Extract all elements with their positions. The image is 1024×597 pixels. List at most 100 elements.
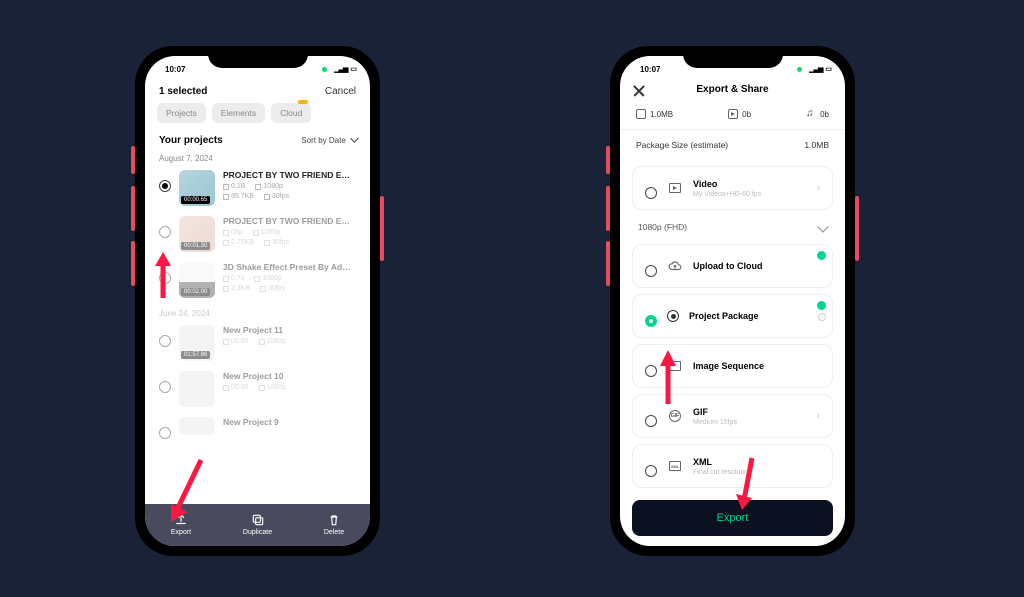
duration-badge: 01:57.86 [181,351,210,359]
meta-res: 1080p [267,338,286,345]
xml-icon: XML [667,458,683,474]
project-thumbnail: 00:02.00 [179,262,215,298]
status-bar: 10:07 ▁▃▅ ▭ [145,56,370,78]
option-sub: Medium 15fps [693,419,806,426]
project-row[interactable]: 01:57.86 New Project 11 00:00 1080p [145,320,370,366]
chevron-down-icon [817,221,828,232]
sort-button[interactable]: Sort by Date [301,136,356,145]
option-upload-cloud[interactable]: Upload to Cloud [632,244,833,288]
project-title: New Project 10 [223,371,356,381]
tab-projects[interactable]: Projects [157,103,206,123]
chevron-right-icon: › [816,182,820,194]
export-label: Export [171,529,191,536]
package-size-row: Package Size (estimate) 1.0MB [620,136,845,160]
phone-left: 10:07 ▁▃▅ ▭ 1 selected Cancel Projects E… [135,46,380,556]
meta-file: 2.75KB [231,239,254,246]
duration-badge: 00:00.65 [181,196,210,204]
stat-video: 0b [728,109,751,119]
project-row[interactable]: New Project 9 [145,412,370,444]
side-button [606,241,610,286]
battery-icon: ▭ [350,65,356,73]
package-label: Package Size (estimate) [636,140,728,150]
option-project-package[interactable]: Project Package i [632,294,833,338]
export-action[interactable]: Export [171,513,191,536]
radio-selected[interactable] [159,180,171,192]
stat-value: 0b [820,110,829,119]
selected-count: 1 selected [159,86,207,97]
radio[interactable] [159,381,171,393]
faded-projects: 00:01.30 PROJECT BY TWO FRIEND EDITO... … [145,211,370,444]
radio[interactable] [645,415,657,427]
radio[interactable] [159,427,171,439]
export-icon [174,513,188,527]
meta-fps: 30fps [272,239,289,246]
export-button[interactable]: Export [632,500,833,536]
project-title: New Project 11 [223,325,356,335]
side-button [606,186,610,231]
side-button [131,146,135,174]
video-icon [728,109,738,119]
meta-fps: 30fps [272,193,289,200]
radio[interactable] [159,272,171,284]
music-icon: ♫ [806,109,816,119]
project-thumbnail: 00:01.30 [179,216,215,252]
project-thumbnail: 00:00.65 [179,170,215,206]
meta-size: 08p [231,229,243,236]
radio[interactable] [645,187,657,199]
option-label: Upload to Cloud [693,261,820,271]
tab-cloud[interactable]: Cloud [271,103,311,123]
radio[interactable] [645,465,657,477]
tab-elements[interactable]: Elements [212,103,265,123]
meta-res: 1080p [261,229,280,236]
meta-res: 1080p [267,384,286,391]
cancel-button[interactable]: Cancel [325,86,356,97]
option-video[interactable]: Video My Videos+HD-60 fps › [632,166,833,210]
image-icon [636,109,646,119]
radio[interactable] [645,365,657,377]
stat-audio: ♫ 0b [806,109,829,119]
meta-res: 1080p [262,275,281,282]
meta-size: 00:00 [231,384,249,391]
screen-left: 10:07 ▁▃▅ ▭ 1 selected Cancel Projects E… [145,56,370,546]
status-time: 10:07 [634,65,660,74]
chevron-down-icon [350,134,358,142]
status-icons: ▁▃▅ ▭ [793,65,831,73]
project-row[interactable]: 00:02.00 3D Shake Effect Preset By Adm..… [145,257,370,303]
recording-dot-icon [322,67,327,72]
meta-size: 00:00 [231,338,249,345]
radio-selected[interactable] [645,315,657,327]
sort-label: Sort by Date [301,136,345,145]
new-badge [817,251,826,260]
project-thumbnail [179,371,215,407]
radio[interactable] [159,335,171,347]
duplicate-action[interactable]: Duplicate [243,513,272,536]
radio[interactable] [159,226,171,238]
option-xml[interactable]: XML XML Final cut resolution [632,444,833,488]
radio[interactable] [645,265,657,277]
project-row[interactable]: 00:00.65 PROJECT BY TWO FRIEND EDITO... … [145,165,370,211]
project-row[interactable]: New Project 10 00:00 1080p [145,366,370,412]
cloud-icon [667,258,683,274]
divider [620,129,845,130]
radio-inner [667,310,679,322]
resolution-row[interactable]: 1080p (FHD) [620,216,845,238]
export-button-label: Export [717,512,749,524]
delete-action[interactable]: Delete [324,513,344,536]
title-bar: 1 selected Cancel [145,78,370,103]
side-button [380,196,384,261]
close-button[interactable] [632,84,646,98]
option-image-sequence[interactable]: Image Sequence [632,344,833,388]
meta-fps: 30fps [268,285,285,292]
date-group: June 24, 2024 [145,303,370,320]
info-icon[interactable]: i [818,313,826,321]
export-header: Export & Share [620,78,845,103]
status-icons: ▁▃▅ ▭ [318,65,356,73]
option-gif[interactable]: GIF GIF Medium 15fps › [632,394,833,438]
meta-size: 0.1B [231,183,245,190]
option-sub: Final cut resolution [693,469,820,476]
stat-value: 0b [742,110,751,119]
video-icon [667,180,683,196]
project-row[interactable]: 00:01.30 PROJECT BY TWO FRIEND EDITO... … [145,211,370,257]
project-thumbnail [179,417,215,435]
stat-value: 1.0MB [650,110,673,119]
